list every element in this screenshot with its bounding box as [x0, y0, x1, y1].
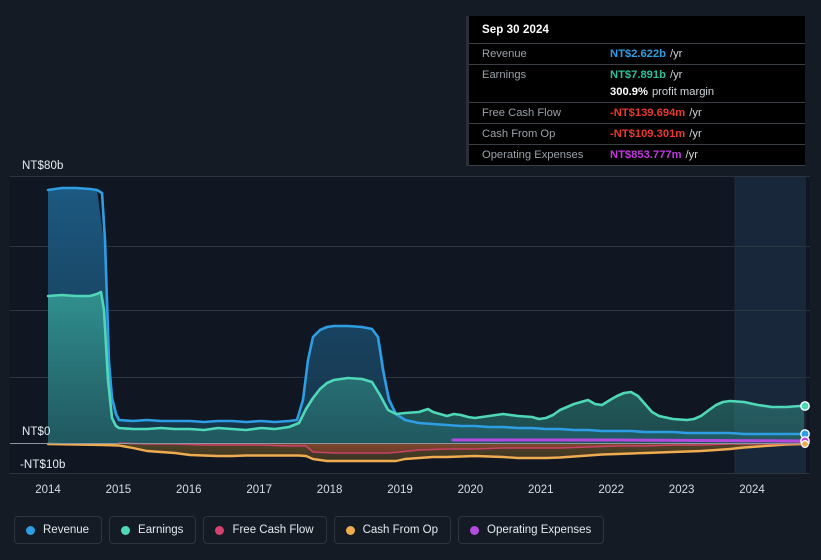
- y-axis-label-top: NT$80b: [22, 160, 64, 172]
- cash-from-op-end-marker: [800, 440, 809, 449]
- legend-item-label: Operating Expenses: [487, 524, 592, 536]
- tooltip-row-unit: profit margin: [651, 86, 715, 98]
- tooltip-row-unit: /yr: [689, 107, 702, 119]
- tooltip-date: Sep 30 2024: [482, 24, 549, 36]
- legend-item-revenue[interactable]: Revenue: [14, 516, 103, 544]
- data-tooltip: Sep 30 2024 Revenue NT$2.622b/yr Earnings N…: [466, 16, 805, 166]
- legend-item-label: Earnings: [138, 524, 184, 536]
- tooltip-row: Earnings NT$7.891b/yr: [469, 64, 805, 85]
- x-axis-label-2024: 2024: [739, 484, 765, 496]
- tooltip-row-value: 300.9% profit margin: [610, 86, 715, 98]
- legend-color-dot-icon: [121, 525, 131, 535]
- tooltip-row-value: -NT$139.694m/yr: [610, 107, 702, 119]
- x-axis-label-2021: 2021: [528, 484, 554, 496]
- legend-item-label: Revenue: [43, 524, 90, 536]
- financial-chart-widget: NT$80b NT$0 -NT$10b 2014 2015 2016 2017 2018…: [0, 0, 821, 560]
- legend-color-dot-icon: [215, 525, 225, 535]
- x-axis-label-2017: 2017: [246, 484, 272, 496]
- earnings-end-marker: [800, 401, 810, 411]
- legend-item-earnings[interactable]: Earnings: [109, 516, 197, 544]
- tooltip-row-key: Operating Expenses: [482, 149, 584, 161]
- y-axis-label-bottom: -NT$10b: [20, 459, 66, 471]
- tooltip-row-key: Free Cash Flow: [482, 107, 561, 119]
- x-axis-labels: 2014 2015 2016 2017 2018 2019 2020 2021 2022 2023…: [0, 484, 821, 500]
- tooltip-row-unit: /yr: [685, 149, 698, 161]
- legend-color-dot-icon: [26, 525, 35, 535]
- x-axis-label-2016: 2016: [176, 484, 202, 496]
- tooltip-row-value: NT$2.622b/yr: [610, 48, 683, 60]
- legend-item-operating-expenses[interactable]: Operating Expenses: [458, 516, 605, 544]
- tooltip-row-key: Earnings: [482, 69, 527, 81]
- legend-item-free-cash-flow[interactable]: Free Cash Flow: [203, 516, 327, 544]
- x-axis-label-2022: 2022: [598, 484, 624, 496]
- tooltip-row-key: Cash From Op: [482, 128, 556, 140]
- tooltip-row-key: Revenue: [482, 48, 527, 60]
- operating-expenses-line: [451, 438, 806, 443]
- tooltip-row-value: NT$853.777m/yr: [610, 149, 698, 161]
- x-axis-label-2014: 2014: [35, 484, 61, 496]
- tooltip-row-unit: /yr: [669, 69, 683, 81]
- tooltip-row: Free Cash Flow -NT$139.694m/yr: [469, 102, 805, 123]
- legend-item-label: Cash From Op: [362, 524, 439, 536]
- tooltip-row: Operating Expenses NT$853.777m/yr: [469, 144, 805, 166]
- x-axis-label-2019: 2019: [387, 484, 413, 496]
- tooltip-row-unit: /yr: [689, 128, 702, 140]
- x-axis-label-2015: 2015: [105, 484, 132, 496]
- chart-legend: Revenue Earnings Free Cash Flow Cash From O…: [14, 516, 605, 544]
- legend-item-cash-from-op[interactable]: Cash From Op: [333, 516, 452, 544]
- tooltip-row-unit: /yr: [669, 48, 683, 60]
- legend-color-dot-icon: [470, 525, 480, 535]
- x-axis-label-2018: 2018: [316, 484, 343, 496]
- x-axis-label-2023: 2023: [668, 484, 695, 496]
- tooltip-row: Revenue NT$2.622b/yr: [469, 43, 805, 64]
- tooltip-rows: Revenue NT$2.622b/yr Earnings NT$7.891b/yr 3…: [469, 43, 805, 166]
- x-axis-label-2020: 2020: [457, 484, 484, 496]
- tooltip-row-value: NT$7.891b/yr: [610, 69, 683, 81]
- y-axis-label-zero: NT$0: [22, 426, 51, 438]
- tooltip-row: Cash From Op -NT$109.301m/yr: [469, 123, 805, 144]
- legend-item-label: Free Cash Flow: [232, 524, 314, 536]
- tooltip-row: 300.9% profit margin: [469, 85, 805, 102]
- tooltip-row-value: -NT$109.301m/yr: [610, 128, 702, 140]
- legend-color-dot-icon: [345, 525, 355, 535]
